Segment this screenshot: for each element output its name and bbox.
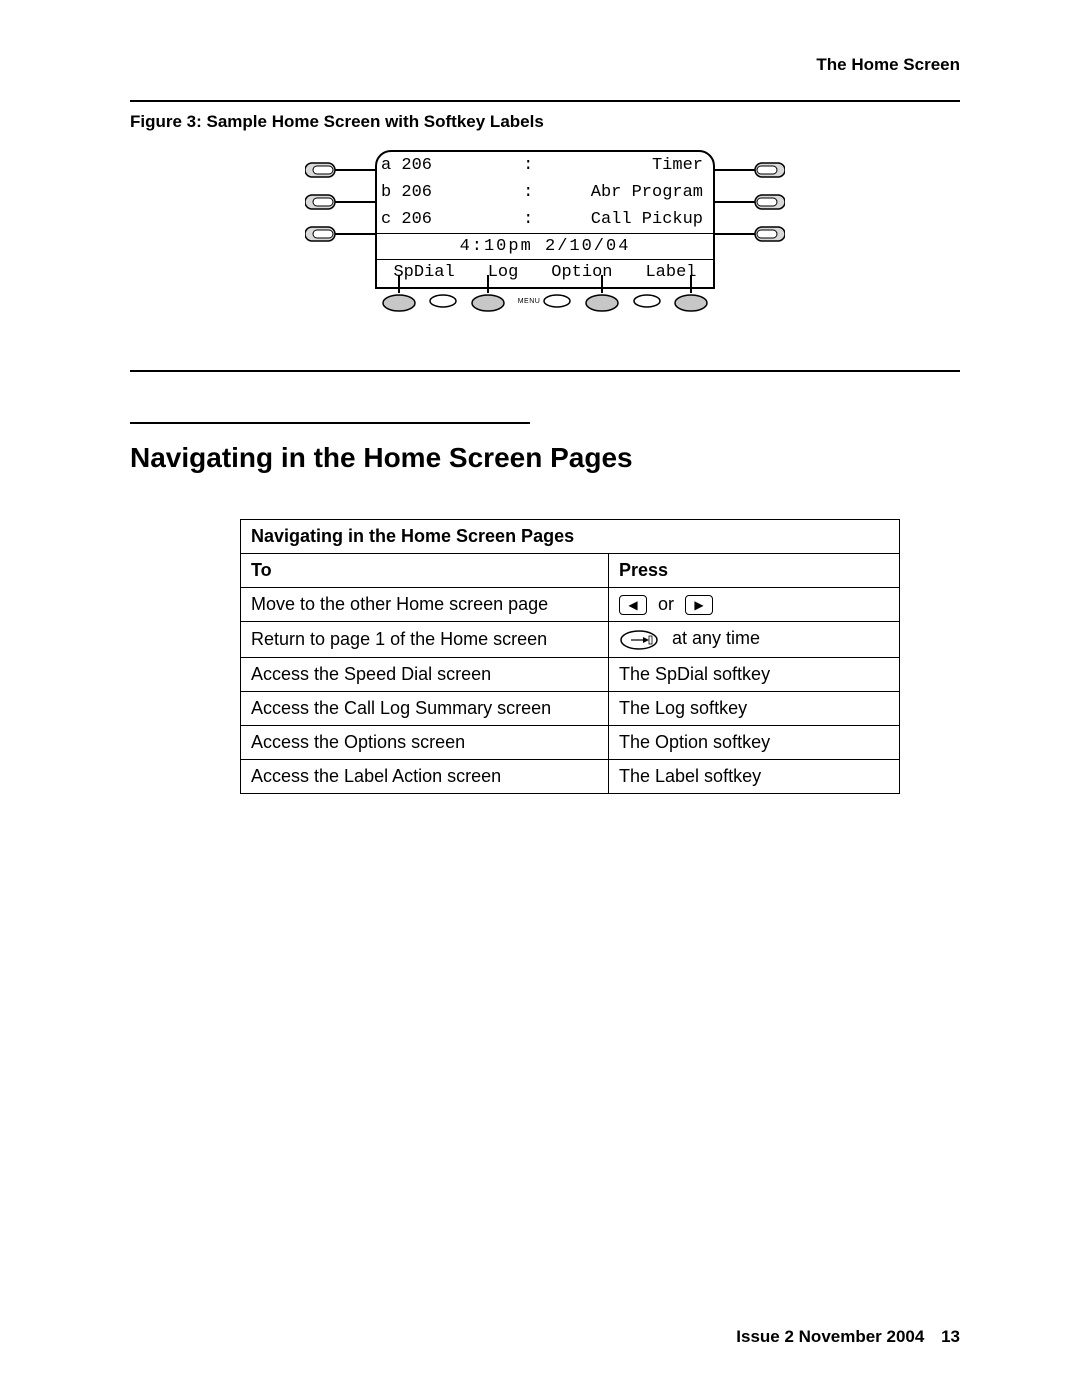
lcd-sep: : [511, 179, 545, 206]
footer-page-number: 13 [941, 1327, 960, 1346]
or-word: or [658, 594, 674, 614]
line-button-icon [715, 191, 785, 213]
lcd-sep: : [511, 206, 545, 233]
softkey-button-icon [584, 293, 620, 313]
section-heading: Navigating in the Home Screen Pages [130, 442, 960, 474]
table-cell-to: Return to page 1 of the Home screen [241, 622, 609, 657]
softkey-button-icon [381, 293, 417, 313]
table-cell-press: at any time [609, 622, 900, 657]
col-to-header: To [241, 554, 609, 588]
nav-button-icon [632, 293, 662, 309]
nav-left-icon [428, 293, 458, 309]
lcd-left: b 206 [377, 179, 511, 206]
figure-phone-diagram: a 206 : Timer b 206 : Abr Program c 206 … [245, 150, 845, 350]
table-cell-to: Access the Speed Dial screen [241, 657, 609, 691]
col-press-header: Press [609, 554, 900, 588]
softkey-button-icon [673, 293, 709, 313]
table-cell-press: The Log softkey [609, 691, 900, 725]
table-cell-to: Access the Label Action screen [241, 759, 609, 793]
arrow-right-icon: ▶ [685, 595, 713, 615]
navigation-table: Navigating in the Home Screen Pages To P… [240, 519, 900, 794]
line-button-icon [305, 191, 375, 213]
lcd-right: Abr Program [545, 179, 713, 206]
figure-caption: Figure 3: Sample Home Screen with Softke… [130, 112, 960, 132]
running-header: The Home Screen [130, 55, 960, 75]
table-cell-press: The Option softkey [609, 725, 900, 759]
table-title: Navigating in the Home Screen Pages [241, 520, 900, 554]
lcd-right: Timer [545, 152, 713, 179]
line-button-icon [715, 159, 785, 181]
bottom-buttons: MENU [375, 275, 715, 313]
anytime-text: at any time [672, 628, 760, 648]
table-cell-press: The SpDial softkey [609, 657, 900, 691]
top-rule [130, 100, 960, 102]
lcd-left: c 206 [377, 206, 511, 233]
right-line-buttons [715, 154, 785, 250]
table-cell-to: Move to the other Home screen page [241, 588, 609, 622]
phone-button-icon [619, 629, 659, 651]
line-button-icon [305, 159, 375, 181]
menu-label: MENU [518, 298, 541, 305]
page-footer: Issue 2 November 2004 13 [736, 1327, 960, 1347]
footer-issue: Issue 2 November 2004 [736, 1327, 924, 1346]
lcd-screen: a 206 : Timer b 206 : Abr Program c 206 … [375, 150, 715, 289]
arrow-left-icon: ◀ [619, 595, 647, 615]
softkey-button-icon [470, 293, 506, 313]
table-cell-press: The Label softkey [609, 759, 900, 793]
table-cell-to: Access the Options screen [241, 725, 609, 759]
line-button-icon [715, 223, 785, 245]
table-cell-to: Access the Call Log Summary screen [241, 691, 609, 725]
table-cell-press: ◀ or ▶ [609, 588, 900, 622]
lcd-datetime: 4:10pm 2/10/04 [377, 233, 713, 260]
nav-right-icon [542, 293, 572, 309]
line-button-icon [305, 223, 375, 245]
section-rule [130, 422, 530, 424]
bottom-figure-rule [130, 370, 960, 372]
lcd-right: Call Pickup [545, 206, 713, 233]
lcd-left: a 206 [377, 152, 511, 179]
lcd-sep: : [511, 152, 545, 179]
left-line-buttons [305, 154, 375, 250]
